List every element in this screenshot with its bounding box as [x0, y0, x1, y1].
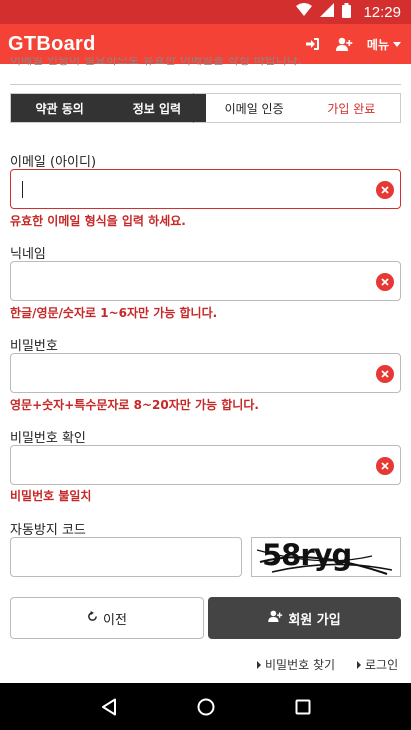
captcha-noise-lines: [256, 549, 393, 575]
clear-icon[interactable]: [376, 457, 394, 475]
prev-button[interactable]: 이전: [10, 597, 204, 639]
wifi-icon: [296, 3, 313, 21]
password-confirm-label: 비밀번호 확인: [10, 431, 86, 446]
step-terms: 약관 동의: [11, 94, 109, 122]
captcha-label: 자동방지 코드: [10, 523, 86, 538]
login-icon[interactable]: [297, 28, 329, 60]
captcha-image[interactable]: 58ryg: [251, 537, 401, 577]
app-title[interactable]: GTBoard: [8, 33, 297, 56]
text-cursor: [22, 181, 23, 198]
menu-button[interactable]: 메뉴: [361, 36, 403, 53]
find-password-link[interactable]: 비밀번호 찾기: [257, 656, 335, 673]
find-password-label: 비밀번호 찾기: [265, 658, 336, 672]
captcha-field[interactable]: [19, 538, 233, 576]
recents-icon[interactable]: [283, 687, 323, 727]
nickname-field-box: [10, 261, 401, 301]
prev-button-label: 이전: [103, 612, 127, 628]
captcha-field-box: [10, 537, 242, 577]
password-field[interactable]: [21, 354, 361, 392]
back-icon[interactable]: [89, 687, 129, 727]
nickname-hint: 한글/영문/숫자로 1~6자만 가능 합니다.: [10, 306, 218, 320]
nickname-field[interactable]: [21, 262, 361, 300]
password-hint: 영문+숫자+특수문자로 8~20자만 가능 합니다.: [10, 398, 259, 412]
password-field-box: [10, 353, 401, 393]
user-add-icon[interactable]: [329, 28, 361, 60]
clear-icon[interactable]: [376, 181, 394, 199]
intro-text: 이메일 인증이 필요하므로 유효한 이메일을 작성 바랍니다.: [10, 57, 302, 67]
chevron-down-icon: [393, 41, 401, 47]
signup-steps: 약관 동의 정보 입력 이메일 인증 가입 완료: [10, 93, 401, 123]
system-nav-bar: [0, 683, 411, 730]
signal-icon: [320, 3, 335, 21]
join-button-label: 회원 가입: [288, 612, 341, 628]
home-icon[interactable]: [186, 687, 226, 727]
email-error: 유효한 이메일 형식을 입력 하세요.: [10, 214, 186, 228]
email-label: 이메일 (아이디): [10, 155, 97, 170]
divider: [10, 84, 401, 85]
caret-right-icon: [257, 660, 261, 669]
refresh-icon: [87, 610, 98, 626]
step-email-verify: 이메일 인증: [224, 101, 284, 116]
status-bar: 12:29: [0, 0, 411, 24]
password-confirm-field-box: [10, 445, 401, 485]
login-label: 로그인: [365, 658, 399, 672]
status-time: 12:29: [363, 3, 401, 21]
nickname-label: 닉네임: [10, 247, 46, 262]
step-complete: 가입 완료: [327, 101, 376, 116]
email-field[interactable]: [21, 170, 361, 208]
caret-right-icon: [357, 660, 361, 669]
join-button[interactable]: 회원 가입: [208, 597, 401, 639]
login-link[interactable]: 로그인: [357, 656, 398, 673]
step-info: 정보 입력: [108, 94, 206, 122]
battery-icon: [342, 2, 352, 22]
password-confirm-error: 비밀번호 불일치: [10, 489, 92, 503]
password-label: 비밀번호: [10, 339, 58, 354]
email-field-box: [10, 169, 401, 209]
user-add-icon: [268, 610, 283, 626]
step-arrow: [193, 93, 205, 123]
menu-label: 메뉴: [366, 37, 389, 52]
clear-icon[interactable]: [376, 273, 394, 291]
clear-icon[interactable]: [376, 365, 394, 383]
password-confirm-field[interactable]: [21, 446, 361, 484]
